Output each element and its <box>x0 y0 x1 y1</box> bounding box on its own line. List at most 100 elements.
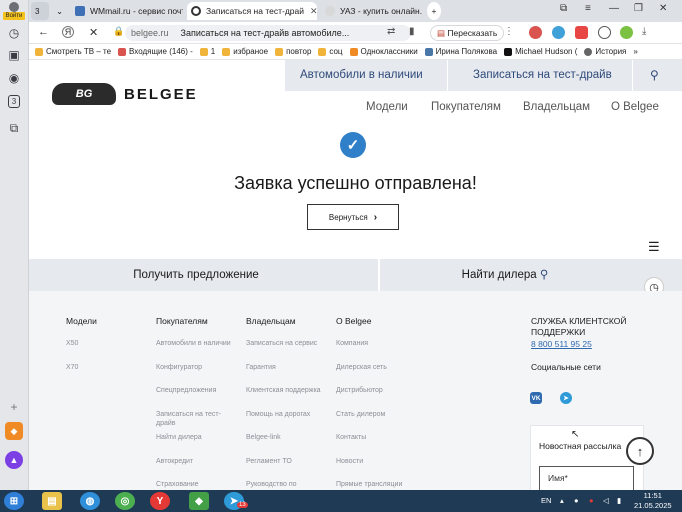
new-tab-button[interactable]: + <box>427 2 441 20</box>
bookmark-item[interactable]: Смотреть ТВ – те <box>35 47 111 56</box>
scroll-to-top-button[interactable]: ↑ <box>626 437 654 465</box>
tab-uaz[interactable]: УАЗ - купить онлайн. <box>321 2 425 20</box>
tab-counter[interactable]: 3 <box>31 2 49 20</box>
restore-icon[interactable]: ❐ <box>634 3 643 14</box>
bookmark-item[interactable]: 1 <box>199 47 215 56</box>
footer-link[interactable]: Гарантия <box>246 363 330 387</box>
play-icon[interactable]: ◉ <box>5 69 23 87</box>
name-input[interactable]: Имя* <box>539 466 634 490</box>
chrome-icon[interactable]: ◎ <box>115 492 135 510</box>
tray-arrow-icon[interactable]: ▴ <box>560 496 564 505</box>
footer-link[interactable]: Контакты <box>336 433 420 457</box>
tab-wmmail[interactable]: WMmail.ru - сервис почтс <box>71 2 183 20</box>
bookmark-item[interactable]: Ирина Полякова <box>424 47 497 56</box>
history-icon[interactable]: ◷ <box>5 24 23 42</box>
badge-3-icon[interactable]: 3 <box>8 95 20 108</box>
footer-link[interactable]: Конфигуратор <box>156 363 240 387</box>
profile-avatar[interactable]: Войти <box>3 2 25 20</box>
belgee-logo[interactable]: BG BELGEE <box>52 83 198 105</box>
yandex-icon[interactable]: Я <box>62 26 74 38</box>
bookmark-item[interactable]: Michael Hudson ( <box>504 47 577 56</box>
close-tab-icon[interactable]: ✕ <box>310 6 317 17</box>
tab-manager-icon[interactable]: ⧉ <box>560 3 567 14</box>
nav-models[interactable]: Модели <box>366 101 408 113</box>
extension-green-icon[interactable] <box>620 26 633 39</box>
alice-icon[interactable]: ▲ <box>5 451 23 469</box>
footer-link[interactable]: Новости <box>336 457 420 481</box>
footer-link[interactable]: Помощь на дорогах <box>246 410 330 434</box>
more-icon[interactable]: ⋮ <box>504 26 514 37</box>
footer-link[interactable]: Стать дилером <box>336 410 420 434</box>
add-icon[interactable]: + <box>5 398 23 416</box>
green-app-icon[interactable]: ◆ <box>189 492 209 510</box>
footer-link[interactable]: Записаться на тест-драйв <box>156 410 240 434</box>
menu-icon[interactable]: ≡ <box>585 3 591 14</box>
file-explorer-icon[interactable]: ▤ <box>42 492 62 510</box>
footer-link[interactable]: Спецпредложения <box>156 386 240 410</box>
translate-icon[interactable]: ⇄ <box>387 26 395 37</box>
tray-app-icon[interactable]: ● <box>574 496 579 505</box>
minimize-icon[interactable]: — <box>609 3 619 14</box>
nav-about[interactable]: О Belgee <box>611 101 659 113</box>
footer-link[interactable]: Регламент ТО <box>246 457 330 481</box>
back-arrow-icon[interactable]: ← <box>38 26 49 38</box>
bookmark-item[interactable]: Одноклассники <box>349 47 418 56</box>
footer-link[interactable]: Клиентская поддержка <box>246 386 330 410</box>
extension-red-icon[interactable] <box>529 26 542 39</box>
start-button-icon[interactable]: ⊞ <box>4 492 24 510</box>
lock-icon[interactable]: 🔒 <box>113 26 124 37</box>
tray-red-icon[interactable]: ● <box>589 496 594 505</box>
footer-link[interactable]: Записаться на сервис <box>246 339 330 363</box>
location-pin-icon[interactable]: ⚲ <box>650 60 659 91</box>
footer-link[interactable]: Прямые трансляции <box>336 480 420 490</box>
footer-link[interactable]: Автомобили в наличии <box>156 339 240 363</box>
footer-link[interactable]: Руководство по <box>246 480 330 490</box>
footer-link[interactable]: Belgee-link <box>246 433 330 457</box>
extension-v-icon[interactable] <box>598 26 611 39</box>
bookmark-item[interactable]: Входящие (146) - <box>118 47 193 56</box>
footer-link[interactable]: Страхование <box>156 480 240 490</box>
find-dealer-button[interactable]: Найти дилера ⚲ <box>380 259 630 291</box>
bookmark-item[interactable]: избраное <box>222 47 268 56</box>
close-window-icon[interactable]: ✕ <box>659 3 667 14</box>
test-drive-link[interactable]: Записаться на тест-драйв <box>473 60 612 91</box>
tab-list-chevron-icon[interactable]: ⌄ <box>52 2 66 20</box>
volume-icon[interactable]: ◁ <box>603 496 609 505</box>
bookmark-icon[interactable]: ▮ <box>409 26 415 37</box>
footer-link[interactable]: Найти дилера <box>156 433 240 457</box>
footer-link[interactable]: Дистрибьютор <box>336 386 420 410</box>
telegram-icon[interactable]: ➤ <box>560 392 572 404</box>
collections-icon[interactable]: ⧉ <box>5 119 23 137</box>
video-icon[interactable]: ▣ <box>5 46 23 64</box>
get-offer-button[interactable]: Получить предложение <box>29 259 363 291</box>
bookmark-item[interactable]: соц <box>318 47 343 56</box>
footer-link[interactable]: Автокредит <box>156 457 240 481</box>
bookmark-item[interactable]: История <box>584 47 626 56</box>
more-bookmarks-icon[interactable]: » <box>633 47 637 56</box>
extension-blue-icon[interactable] <box>552 26 565 39</box>
cars-in-stock-link[interactable]: Автомобили в наличии <box>300 60 423 91</box>
nav-owners[interactable]: Владельцам <box>523 101 590 113</box>
retell-button[interactable]: ▤ Пересказать <box>430 25 505 41</box>
nav-buyers[interactable]: Покупателям <box>431 101 501 113</box>
footer-link[interactable]: X70 <box>66 363 150 387</box>
browser-globe-icon[interactable]: ◍ <box>80 492 100 510</box>
system-clock[interactable]: 11:51 21.05.2025 <box>634 491 672 511</box>
tab-test-drive[interactable]: Записаться на тест-драй ✕ <box>187 2 317 20</box>
bag-icon[interactable]: ◆ <box>5 422 23 440</box>
language-indicator[interactable]: EN <box>541 496 551 505</box>
network-icon[interactable]: ▮ <box>617 496 621 505</box>
settings-sliders-icon[interactable]: ☰ <box>648 239 660 255</box>
bookmark-item[interactable]: повтор <box>275 47 311 56</box>
back-button[interactable]: Вернуться › <box>307 204 399 230</box>
url-field[interactable]: belgee.ru Записаться на тест-драйв автом… <box>125 25 411 41</box>
footer-link[interactable]: X50 <box>66 339 150 363</box>
footer-link[interactable]: Компания <box>336 339 420 363</box>
yandex-browser-icon[interactable]: Y <box>150 492 170 510</box>
footer-link[interactable]: Дилерская сеть <box>336 363 420 387</box>
support-phone-link[interactable]: 8 800 511 95 25 <box>531 339 641 349</box>
extension-shield-icon[interactable] <box>575 26 588 39</box>
stop-loading-icon[interactable]: ✕ <box>89 26 98 39</box>
download-icon[interactable]: ⤓ <box>642 26 646 37</box>
vk-icon[interactable]: VK <box>530 392 542 404</box>
